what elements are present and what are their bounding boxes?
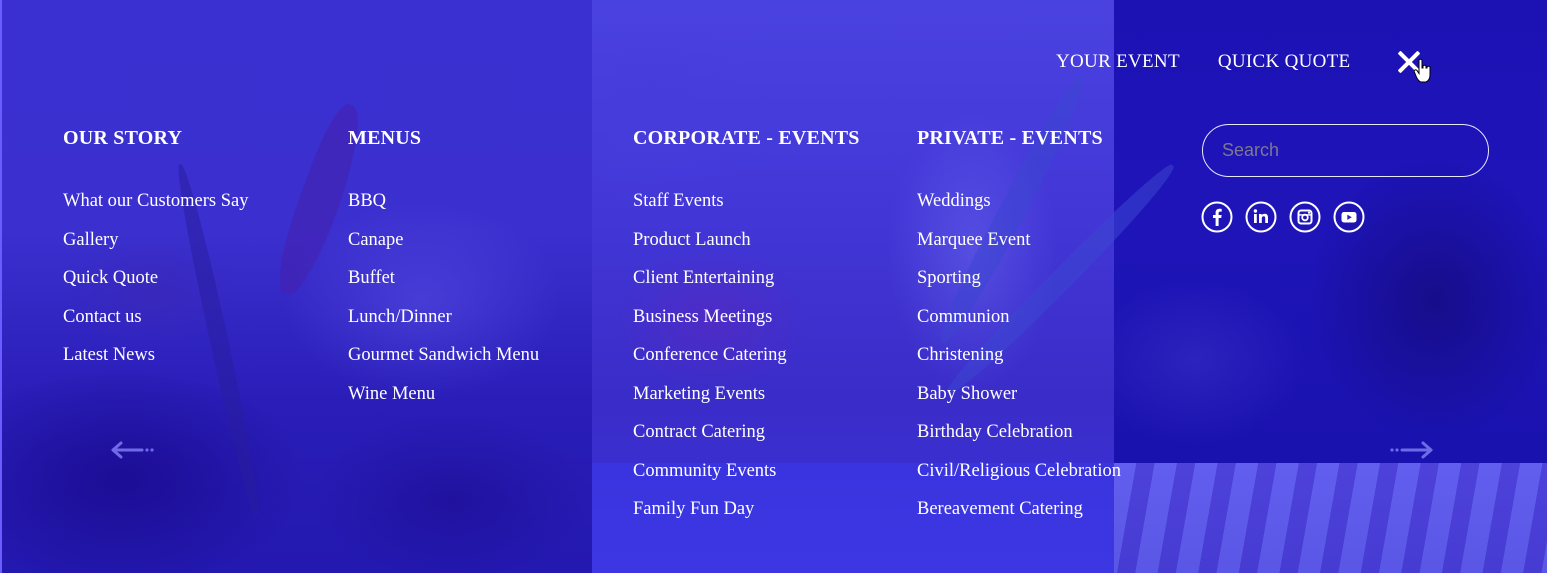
menu-item[interactable]: Staff Events — [633, 182, 860, 221]
nav-link-your-event[interactable]: YOUR EVENT — [1056, 48, 1180, 76]
search-input[interactable] — [1203, 139, 1488, 162]
menu-item[interactable]: Family Fun Day — [633, 490, 860, 529]
menu-item[interactable]: Birthday Celebration — [917, 413, 1121, 452]
search-box — [1202, 124, 1489, 177]
menu-item[interactable]: Contract Catering — [633, 413, 860, 452]
column-heading[interactable]: PRIVATE - EVENTS — [917, 124, 1121, 152]
menu-item[interactable]: Weddings — [917, 182, 1121, 221]
menu-item[interactable]: Gallery — [63, 221, 249, 260]
menu-item[interactable]: Gourmet Sandwich Menu — [348, 336, 539, 375]
menu-list: Staff Events Product Launch Client Enter… — [633, 182, 860, 529]
menu-column-private-events: PRIVATE - EVENTS Weddings Marquee Event … — [917, 124, 1121, 529]
arrow-left-icon[interactable] — [110, 440, 156, 460]
menu-item[interactable]: Community Events — [633, 452, 860, 491]
background-panel-right-lower — [1114, 463, 1547, 573]
menu-list: BBQ Canape Buffet Lunch/Dinner Gourmet S… — [348, 182, 539, 413]
column-heading[interactable]: MENUS — [348, 124, 539, 152]
nav-link-quick-quote[interactable]: QUICK QUOTE — [1218, 48, 1351, 76]
menu-item[interactable]: Canape — [348, 221, 539, 260]
menu-column-our-story: OUR STORY What our Customers Say Gallery… — [63, 124, 249, 375]
menu-item[interactable]: Business Meetings — [633, 298, 860, 337]
menu-item[interactable]: Marketing Events — [633, 375, 860, 414]
linkedin-icon[interactable] — [1245, 201, 1277, 233]
top-nav: YOUR EVENT QUICK QUOTE — [1056, 48, 1422, 76]
menu-item[interactable]: Sporting — [917, 259, 1121, 298]
menu-item[interactable]: Conference Catering — [633, 336, 860, 375]
menu-column-menus: MENUS BBQ Canape Buffet Lunch/Dinner Gou… — [348, 124, 539, 413]
youtube-icon[interactable] — [1333, 201, 1365, 233]
facebook-icon[interactable] — [1201, 201, 1233, 233]
menu-item[interactable]: Civil/Religious Celebration — [917, 452, 1121, 491]
column-heading[interactable]: CORPORATE - EVENTS — [633, 124, 860, 152]
instagram-icon[interactable] — [1289, 201, 1321, 233]
menu-item[interactable]: Latest News — [63, 336, 249, 375]
social-links — [1201, 201, 1377, 233]
menu-item[interactable]: What our Customers Say — [63, 182, 249, 221]
menu-list: What our Customers Say Gallery Quick Quo… — [63, 182, 249, 375]
menu-item[interactable]: Baby Shower — [917, 375, 1121, 414]
menu-item[interactable]: Product Launch — [633, 221, 860, 260]
menu-item[interactable]: Quick Quote — [63, 259, 249, 298]
menu-item[interactable]: Marquee Event — [917, 221, 1121, 260]
menu-item[interactable]: Bereavement Catering — [917, 490, 1121, 529]
menu-list: Weddings Marquee Event Sporting Communio… — [917, 182, 1121, 529]
menu-item[interactable]: Contact us — [63, 298, 249, 337]
hand-cursor-icon — [1414, 58, 1431, 83]
menu-item[interactable]: BBQ — [348, 182, 539, 221]
menu-item[interactable]: Lunch/Dinner — [348, 298, 539, 337]
menu-item[interactable]: Client Entertaining — [633, 259, 860, 298]
menu-item[interactable]: Christening — [917, 336, 1121, 375]
arrow-right-icon[interactable] — [1388, 440, 1434, 460]
menu-column-corporate-events: CORPORATE - EVENTS Staff Events Product … — [633, 124, 860, 529]
column-heading[interactable]: OUR STORY — [63, 124, 249, 152]
menu-item[interactable]: Wine Menu — [348, 375, 539, 414]
menu-item[interactable]: Communion — [917, 298, 1121, 337]
menu-item[interactable]: Buffet — [348, 259, 539, 298]
